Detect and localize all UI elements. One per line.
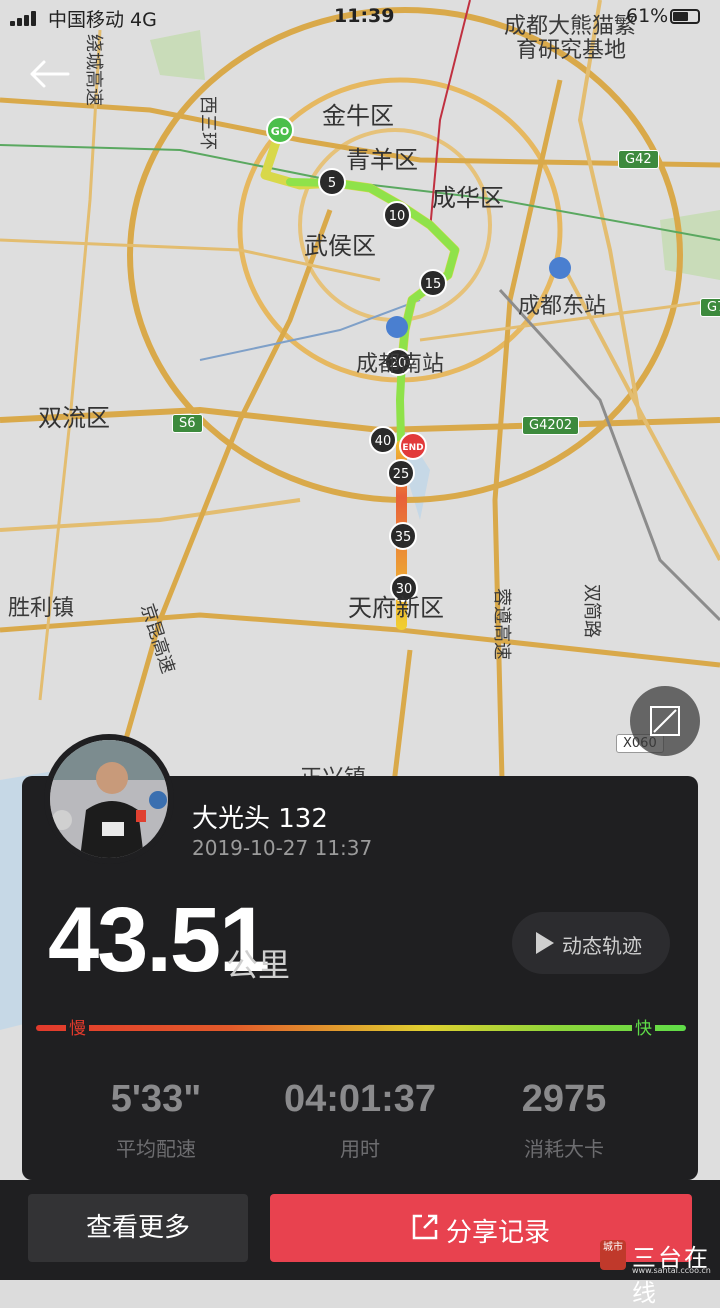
view-more-button[interactable]: 查看更多 — [28, 1194, 248, 1262]
avatar[interactable] — [50, 740, 168, 858]
stat-label: 消耗大卡 — [524, 1137, 604, 1161]
share-record-label: 分享记录 — [446, 1218, 551, 1248]
share-icon — [412, 1214, 438, 1240]
replay-track-label: 动态轨迹 — [562, 934, 642, 958]
km-label-25: 25 — [393, 467, 410, 482]
speed-legend-bar — [36, 1025, 686, 1031]
end-label: END — [402, 443, 423, 453]
status-time: 11:39 — [334, 5, 395, 27]
battery-icon — [670, 9, 700, 24]
stat-value: 2975 — [521, 1078, 607, 1120]
run-datetime: 2019-10-27 11:37 — [192, 836, 373, 860]
expand-map-button[interactable] — [630, 686, 700, 756]
map-label: 绕城高速 — [83, 34, 104, 106]
start-label: GO — [271, 125, 289, 138]
route-start-marker: GO — [266, 116, 294, 144]
route-end-marker: END — [399, 432, 427, 460]
road-shield: G42 — [618, 150, 659, 169]
runner-photo-icon — [50, 740, 168, 858]
map-label: 双流区 — [38, 404, 110, 432]
distance-unit: 公里 — [226, 946, 291, 984]
km-label-40: 40 — [375, 434, 392, 449]
stat-duration: 04:01:37 用时 — [260, 1078, 460, 1162]
stat-value: 04:01:37 — [283, 1078, 437, 1120]
watermark-seal: 城市 — [600, 1240, 626, 1270]
road-shield: G7 — [700, 298, 720, 317]
battery-percent: 61% — [626, 5, 669, 27]
map-label: 蓉遵高速 — [491, 588, 512, 660]
signal-icon — [10, 10, 40, 26]
play-icon — [536, 932, 554, 954]
map-label: 育研究基地 — [516, 38, 627, 63]
speed-slow-label: 慢 — [66, 1014, 89, 1039]
speed-fast-label: 快 — [632, 1014, 655, 1039]
back-button[interactable] — [24, 54, 74, 94]
km-label-15: 15 — [425, 277, 442, 292]
map-label: 青羊区 — [346, 146, 418, 174]
km-label-10: 10 — [389, 209, 406, 224]
train-station-icon — [549, 257, 571, 279]
km-label-35: 35 — [395, 530, 412, 545]
road-shield: G4202 — [522, 416, 580, 435]
stat-calories: 2975 消耗大卡 — [464, 1078, 664, 1162]
map-label: 成都东站 — [518, 294, 607, 319]
map-label: 金牛区 — [322, 102, 394, 130]
map-label: 胜利镇 — [8, 596, 75, 621]
stat-avg-pace: 5'33" 平均配速 — [56, 1078, 256, 1162]
km-label-5: 5 — [328, 176, 336, 191]
map-label: 西三环 — [197, 96, 218, 150]
map-label: 天府新区 — [348, 594, 444, 622]
site-watermark: 城市 三台在线 www.santai.ccoo.cn — [600, 1236, 716, 1307]
fullscreen-icon — [650, 706, 680, 736]
map-label: 成都南站 — [356, 352, 445, 377]
back-arrow-icon — [30, 60, 70, 88]
road-shield: S6 — [172, 414, 203, 433]
map-label: 武侯区 — [304, 232, 376, 260]
replay-track-button[interactable]: 动态轨迹 — [512, 912, 670, 974]
status-bar: 中国移动 4G 11:39 61% — [0, 0, 720, 34]
map-label: 双简路 — [581, 584, 602, 638]
stat-label: 平均配速 — [116, 1137, 196, 1161]
watermark-url: www.santai.ccoo.cn — [632, 1266, 711, 1275]
stat-label: 用时 — [340, 1137, 380, 1161]
stat-value: 5'33" — [110, 1078, 202, 1120]
map-label: 成华区 — [432, 184, 504, 212]
train-station-icon — [386, 316, 408, 338]
username: 大光头 132 — [192, 804, 328, 834]
carrier-label: 中国移动 4G — [48, 9, 157, 31]
